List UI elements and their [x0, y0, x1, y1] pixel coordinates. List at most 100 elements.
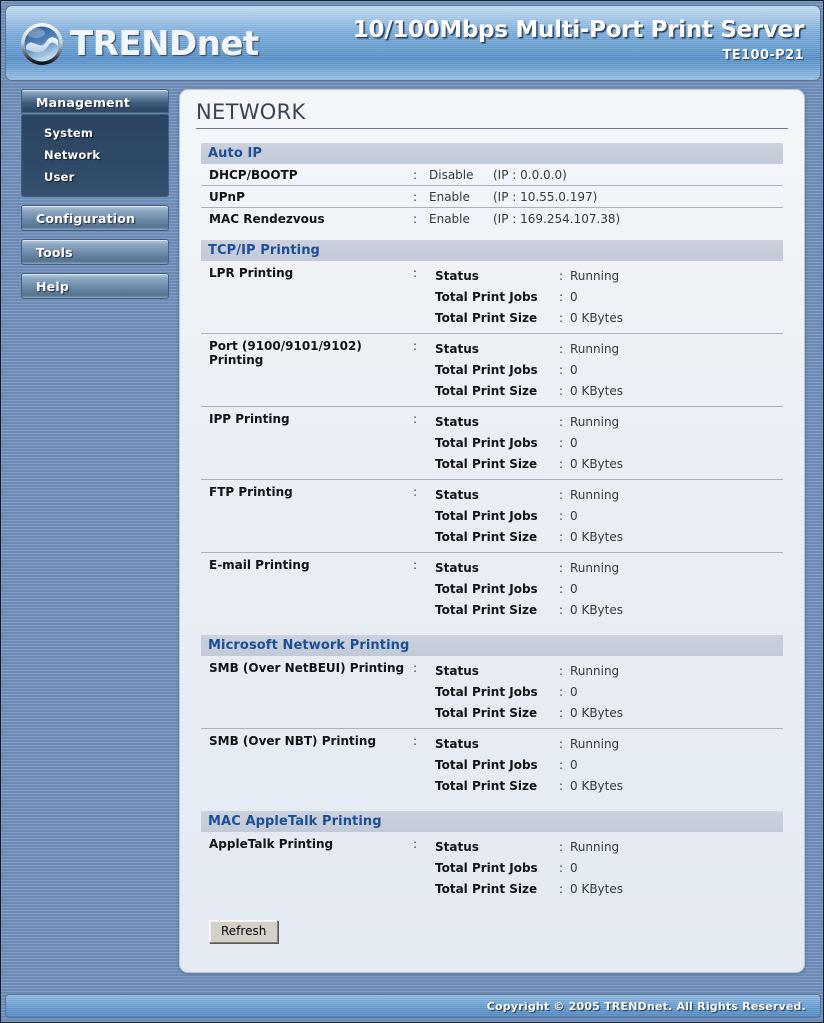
service-colon: : [413, 339, 418, 353]
sidebar-item-tools[interactable]: Tools [21, 239, 169, 265]
sidebar-item-configuration[interactable]: Configuration [21, 205, 169, 231]
service-detail-list: Status: Running Total Print Jobs:0 Total Pr… [435, 733, 783, 796]
detail-value: 0 [570, 508, 578, 523]
detail-colon: : [559, 529, 564, 544]
sidebar-item-user[interactable]: User [22, 166, 168, 188]
service-detail-row: Status: Running [435, 411, 783, 432]
section-header: Microsoft Network Printing [201, 635, 783, 656]
service-row: LPR Printing: Status: Running Total Print J… [201, 261, 783, 334]
sidebar-item-label: Management [36, 94, 131, 110]
detail-value: Running [570, 736, 620, 751]
service-detail-row: Total Print Jobs:0 [435, 359, 783, 380]
detail-value: 0 KBytes [570, 705, 623, 720]
service-detail-row: Total Print Jobs:0 [435, 857, 783, 878]
row-extra: (IP : 169.254.107.38) [493, 212, 621, 226]
detail-colon: : [559, 435, 564, 450]
detail-value: Running [570, 414, 620, 429]
detail-colon: : [559, 362, 564, 377]
sidebar-group-help: Help [21, 273, 169, 299]
service-row: AppleTalk Printing: Status: Running Total P… [201, 832, 783, 904]
service-detail-row: Status: Running [435, 733, 783, 754]
status-row: DHCP/BOOTP: Disable (IP : 0.0.0.0) [201, 164, 783, 186]
sidebar-subitem-label: System [44, 126, 94, 140]
detail-colon: : [559, 757, 564, 772]
button-row: Refresh [201, 904, 783, 943]
detail-value: 0 [570, 289, 578, 304]
header-product-info: 10/100Mbps Multi-Port Print Server TE100… [352, 16, 805, 63]
service-row: FTP Printing: Status: Running Total Print J… [201, 480, 783, 553]
service-detail-row: Total Print Size:0 KBytes [435, 775, 783, 796]
detail-colon: : [559, 860, 564, 875]
service-name: Port (9100/9101/9102) Printing [209, 339, 362, 367]
product-title: 10/100Mbps Multi-Port Print Server [352, 17, 805, 43]
row-colon: : [413, 189, 418, 204]
detail-key: Status [435, 414, 479, 429]
detail-value: 0 [570, 435, 578, 450]
service-detail-list: Status: Running Total Print Jobs:0 Total Pr… [435, 660, 783, 723]
detail-key: Total Print Size [435, 778, 538, 793]
detail-key: Status [435, 268, 479, 283]
copyright-text: Copyright © 2005 TRENDnet. All Rights Re… [486, 999, 806, 1013]
service-name: IPP Printing [209, 412, 290, 426]
detail-colon: : [559, 684, 564, 699]
service-detail-row: Status: Running [435, 836, 783, 857]
network-status-body: Auto IP DHCP/BOOTP: Disable (IP : 0.0.0.0) U… [180, 129, 804, 943]
service-colon: : [413, 558, 418, 572]
service-row: E-mail Printing: Status: Running Total Prin… [201, 553, 783, 625]
service-name: FTP Printing [209, 485, 293, 499]
detail-value: 0 KBytes [570, 529, 623, 544]
row-label: UPnP [209, 189, 245, 204]
sidebar-item-management[interactable]: Management [21, 89, 169, 115]
detail-colon: : [559, 778, 564, 793]
status-row: MAC Rendezvous: Enable (IP : 169.254.107.3… [201, 208, 783, 230]
service-detail-row: Status: Running [435, 660, 783, 681]
row-value: Enable [429, 212, 470, 226]
detail-key: Total Print Jobs [435, 581, 538, 596]
section-title: TCP/IP Printing [208, 243, 320, 258]
service-detail-row: Total Print Jobs:0 [435, 754, 783, 775]
row-value: Disable [429, 167, 474, 182]
print-server-web-ui: TRENDnet 10/100Mbps Multi-Port Print Ser… [0, 0, 824, 1023]
detail-value: Running [570, 560, 620, 575]
sidebar-item-help[interactable]: Help [21, 273, 169, 299]
detail-value: 0 KBytes [570, 383, 623, 398]
brand: TRENDnet [20, 22, 259, 66]
detail-key: Total Print Size [435, 383, 538, 398]
service-colon: : [413, 661, 418, 675]
refresh-button[interactable]: Refresh [209, 920, 279, 943]
row-colon: : [413, 167, 418, 182]
page-title-area: NETWORK [180, 90, 804, 129]
sidebar-nav: Management System Network User Configuration… [21, 89, 169, 307]
service-row: SMB (Over NetBEUI) Printing: Status: Runni… [201, 656, 783, 729]
detail-key: Status [435, 487, 479, 502]
detail-key: Total Print Size [435, 456, 538, 471]
page-footer: Copyright © 2005 TRENDnet. All Rights Re… [5, 994, 821, 1018]
sidebar-group-tools: Tools [21, 239, 169, 265]
row-label: MAC Rendezvous [209, 212, 325, 226]
service-detail-row: Total Print Size:0 KBytes [435, 526, 783, 547]
service-name: E-mail Printing [209, 558, 310, 572]
sidebar-subitem-label: Network [44, 148, 101, 162]
sidebar-item-network[interactable]: Network [22, 144, 168, 166]
detail-key: Status [435, 839, 479, 854]
detail-value: Running [570, 268, 620, 283]
detail-colon: : [559, 602, 564, 617]
detail-colon: : [559, 581, 564, 596]
detail-key: Total Print Size [435, 310, 538, 325]
service-detail-row: Total Print Jobs:0 [435, 286, 783, 307]
service-row: IPP Printing: Status: Running Total Print J… [201, 407, 783, 480]
detail-key: Total Print Jobs [435, 757, 538, 772]
service-detail-row: Total Print Size:0 KBytes [435, 878, 783, 899]
section-body: AppleTalk Printing: Status: Running Total P… [201, 832, 783, 904]
service-colon: : [413, 266, 418, 280]
detail-key: Total Print Jobs [435, 508, 538, 523]
detail-colon: : [559, 705, 564, 720]
section-title: MAC AppleTalk Printing [208, 814, 382, 829]
trendnet-globe-logo-icon [20, 22, 64, 66]
service-detail-row: Total Print Jobs:0 [435, 681, 783, 702]
sidebar-item-system[interactable]: System [22, 122, 168, 144]
section-header: Auto IP [201, 143, 783, 164]
service-detail-row: Total Print Jobs:0 [435, 505, 783, 526]
service-detail-row: Total Print Size:0 KBytes [435, 702, 783, 723]
service-detail-list: Status: Running Total Print Jobs:0 Total Pr… [435, 265, 783, 328]
